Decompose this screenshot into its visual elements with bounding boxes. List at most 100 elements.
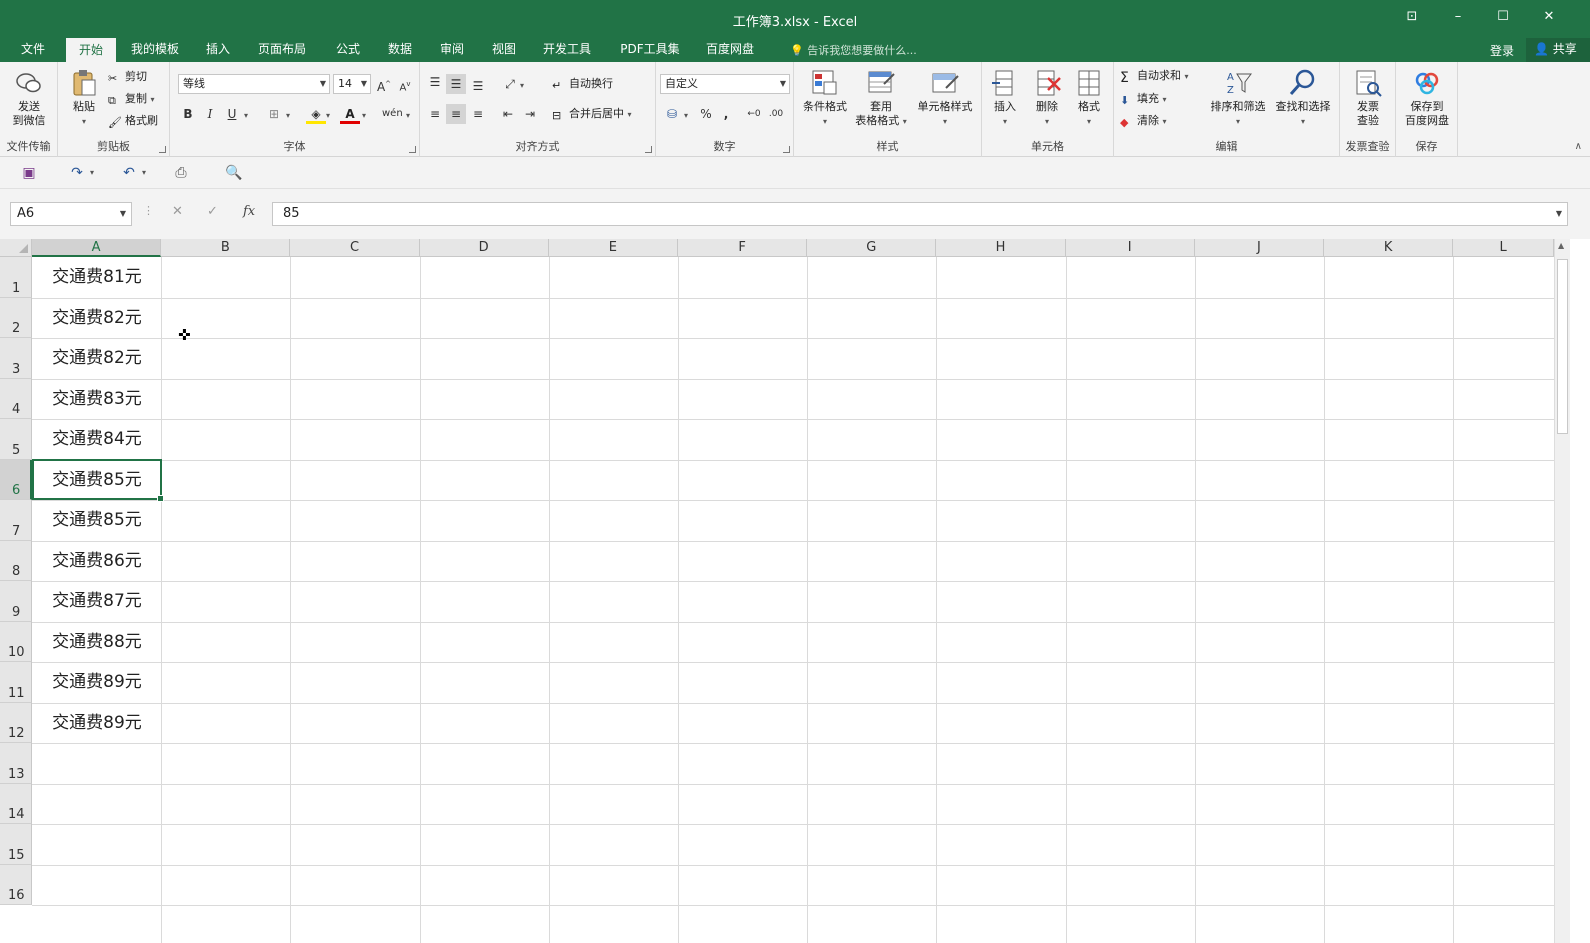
cell-a10[interactable]: 交通费88元 [33, 622, 161, 662]
row-header-16[interactable]: 16 [0, 864, 32, 905]
wrap-text-button[interactable]: ↵ 自动换行 [552, 75, 613, 93]
increase-decimal-icon[interactable]: ←0 [744, 104, 764, 124]
clipboard-launcher-icon[interactable] [159, 146, 166, 153]
tab-view[interactable]: 视图 [482, 38, 526, 62]
decrease-decimal-icon[interactable]: .00 [766, 104, 786, 124]
cut-button[interactable]: ✂ 剪切 [108, 68, 147, 86]
underline-dropdown-icon[interactable]: ▾ [240, 104, 252, 124]
conditional-format-button[interactable]: 条件格式 ▾ [796, 68, 854, 129]
find-select-button[interactable]: 查找和选择 ▾ [1270, 68, 1336, 129]
enter-icon[interactable]: ✓ [207, 204, 218, 219]
tell-me-box[interactable]: 💡 告诉我您想要做什么... [790, 42, 917, 58]
row-header-9[interactable]: 9 [0, 581, 32, 622]
column-header-f[interactable]: F [678, 239, 808, 257]
maximize-button[interactable]: ☐ [1489, 9, 1517, 29]
cell-a2[interactable]: 交通费82元 [33, 298, 161, 338]
orientation-dropdown-icon[interactable]: ▾ [516, 74, 528, 94]
send-wechat-button[interactable]: 发送 到微信 [6, 68, 52, 128]
font-size-combo[interactable]: 14 ▼ [333, 74, 371, 94]
column-header-k[interactable]: K [1324, 239, 1454, 257]
row-header-14[interactable]: 14 [0, 783, 32, 824]
tab-page-layout[interactable]: 页面布局 [250, 38, 314, 62]
cell-a4[interactable]: 交通费83元 [33, 379, 161, 419]
cell-a3[interactable]: 交通费82元 [33, 338, 161, 378]
tab-home[interactable]: 开始 [66, 38, 116, 62]
merge-center-button[interactable]: ⊟ 合并后居中 ▾ [552, 105, 632, 123]
column-header-l[interactable]: L [1453, 239, 1554, 257]
cell-a8[interactable]: 交通费86元 [33, 541, 161, 581]
tab-review[interactable]: 审阅 [430, 38, 474, 62]
decrease-indent-icon[interactable]: ⇤ [498, 104, 518, 124]
align-middle-icon[interactable]: ☰ [446, 74, 466, 94]
increase-font-icon[interactable]: A^ [374, 74, 394, 94]
undo-icon[interactable]: ↶ [118, 163, 140, 183]
minimize-button[interactable]: – [1444, 9, 1472, 29]
collapse-ribbon-icon[interactable]: ∧ [1575, 141, 1582, 152]
redo-dropdown-icon[interactable]: ▾ [86, 163, 98, 183]
tab-file[interactable]: 文件 [10, 38, 56, 62]
row-header-7[interactable]: 7 [0, 500, 32, 541]
select-all-corner[interactable] [0, 239, 32, 257]
bold-button[interactable]: B [178, 104, 198, 124]
format-painter-button[interactable]: 🖌 格式刷 [108, 112, 158, 130]
row-header-4[interactable]: 4 [0, 378, 32, 419]
row-header-1[interactable]: 1 [0, 257, 32, 298]
row-header-12[interactable]: 12 [0, 702, 32, 743]
italic-button[interactable]: I [200, 104, 220, 124]
align-right-icon[interactable]: ≡ [468, 104, 488, 124]
scroll-up-icon[interactable]: ▲ [1558, 241, 1564, 250]
column-header-a[interactable]: A [32, 239, 162, 257]
print-preview-icon[interactable]: ⎙ [170, 163, 192, 183]
undo-dropdown-icon[interactable]: ▾ [138, 163, 150, 183]
zoom-preview-icon[interactable]: 🔍 [223, 163, 245, 183]
phonetic-dropdown-icon[interactable]: ▾ [402, 104, 414, 124]
cell-a12[interactable]: 交通费89元 [33, 703, 161, 743]
tab-pdf-tools[interactable]: PDF工具集 [612, 38, 688, 62]
tab-my-templates[interactable]: 我的模板 [124, 38, 186, 62]
autosum-button[interactable]: Σ 自动求和 ▾ [1120, 67, 1189, 86]
cell-styles-button[interactable]: 单元格样式 ▾ [912, 68, 978, 129]
percent-icon[interactable]: % [696, 104, 716, 124]
insert-cells-button[interactable]: 插入 ▾ [986, 68, 1024, 129]
align-top-icon[interactable]: ☰ [425, 72, 445, 92]
fill-color-dropdown-icon[interactable]: ▾ [322, 104, 334, 124]
row-header-13[interactable]: 13 [0, 743, 32, 784]
format-cells-button[interactable]: 格式 ▾ [1070, 68, 1108, 129]
tab-baidu-netdisk[interactable]: 百度网盘 [698, 38, 762, 62]
cell-a9[interactable]: 交通费87元 [33, 581, 161, 621]
column-header-h[interactable]: H [936, 239, 1066, 257]
cell-a7[interactable]: 交通费85元 [33, 500, 161, 540]
row-header-15[interactable]: 15 [0, 824, 32, 865]
ribbon-display-icon[interactable]: ⊡ [1398, 9, 1426, 29]
delete-cells-button[interactable]: 删除 ▾ [1028, 68, 1066, 129]
row-header-11[interactable]: 11 [0, 662, 32, 703]
align-bottom-icon[interactable]: ☰ [468, 76, 488, 96]
currency-dropdown-icon[interactable]: ▾ [680, 104, 692, 124]
row-header-6[interactable]: 6 [0, 459, 32, 500]
alignment-launcher-icon[interactable] [645, 146, 652, 153]
tab-formulas[interactable]: 公式 [326, 38, 370, 62]
column-header-i[interactable]: I [1065, 239, 1195, 257]
invoice-check-button[interactable]: 发票 查验 [1344, 68, 1392, 128]
borders-dropdown-icon[interactable]: ▾ [282, 104, 294, 124]
borders-icon[interactable]: ⊞ [264, 104, 284, 124]
close-button[interactable]: ✕ [1535, 9, 1563, 29]
column-header-b[interactable]: B [161, 239, 291, 257]
cell-a5[interactable]: 交通费84元 [33, 419, 161, 459]
clear-button[interactable]: ◆ 清除 ▾ [1120, 112, 1167, 130]
number-format-combo[interactable]: 自定义 ▼ [660, 74, 790, 94]
insert-function-icon[interactable]: fx [243, 204, 255, 219]
comma-icon[interactable]: , [716, 104, 736, 124]
tab-data[interactable]: 数据 [378, 38, 422, 62]
column-header-j[interactable]: J [1194, 239, 1324, 257]
column-header-d[interactable]: D [419, 239, 549, 257]
login-link[interactable]: 登录 [1490, 42, 1514, 59]
save-baidu-button[interactable]: 保存到 百度网盘 [1398, 68, 1456, 128]
currency-icon[interactable]: ⛁ [662, 104, 682, 124]
font-name-combo[interactable]: 等线 ▼ [178, 74, 330, 94]
decrease-font-icon[interactable]: Av [395, 74, 415, 94]
column-header-e[interactable]: E [548, 239, 678, 257]
worksheet-grid[interactable]: ABCDEFGHIJKL 1 2 3 4 5 6 7 8 9 10 11 12 13 14 15 16 交通费… [0, 239, 1590, 943]
underline-button[interactable]: U [222, 104, 242, 124]
tab-developer[interactable]: 开发工具 [534, 38, 600, 62]
